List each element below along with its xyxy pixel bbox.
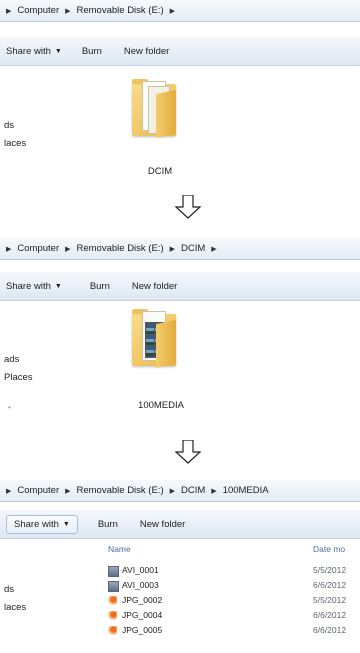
breadcrumb-removable-disk[interactable]: Removable Disk (E:) [77, 5, 164, 16]
chevron-down-icon: ▼ [54, 282, 62, 290]
chevron-down-icon: ▼ [62, 520, 70, 528]
share-with-button[interactable]: Share with ▼ [6, 281, 62, 292]
file-date: 5/5/2012 [313, 565, 347, 575]
breadcrumb-separator-icon[interactable]: ▶ [65, 245, 70, 253]
down-arrow-icon [175, 195, 201, 219]
breadcrumb-100media[interactable]: 100MEDIA [223, 485, 269, 496]
dcim-folder-icon[interactable] [130, 78, 178, 139]
breadcrumb-separator-icon[interactable]: ▶ [6, 245, 11, 253]
breadcrumb-computer[interactable]: Computer [17, 5, 59, 16]
file-row[interactable]: JPG_0005 6/6/2012 [0, 623, 360, 638]
new-folder-button[interactable]: New folder [132, 281, 177, 292]
video-file-icon [108, 581, 119, 592]
file-date: 5/5/2012 [313, 595, 347, 605]
nav-pane-item-recent-places[interactable]: laces [4, 138, 26, 149]
share-with-button[interactable]: Share with ▼ [6, 46, 62, 57]
breadcrumb-separator-icon[interactable]: ▶ [170, 7, 175, 15]
nav-pane-item-downloads[interactable]: ds [4, 120, 14, 131]
breadcrumb-separator-icon[interactable]: ▶ [170, 487, 175, 495]
explorer-window-removable-disk: ▶ Computer ▶ Removable Disk (E:) ▶ Share… [0, 0, 360, 190]
command-bar: Share with ▼ Burn New folder [0, 272, 360, 301]
100media-folder-icon[interactable] [130, 308, 178, 369]
explorer-window-100media: ▶ Computer ▶ Removable Disk (E:) ▶ DCIM … [0, 480, 360, 653]
breadcrumb-separator-icon[interactable]: ▶ [211, 487, 216, 495]
breadcrumb-dcim[interactable]: DCIM [181, 485, 205, 496]
breadcrumb-separator-icon[interactable]: ▶ [6, 7, 11, 15]
nav-pane-marker: • [8, 403, 11, 412]
file-row[interactable]: JPG_0004 6/6/2012 [0, 608, 360, 623]
address-bar[interactable]: ▶ Computer ▶ Removable Disk (E:) ▶ DCIM … [0, 238, 360, 260]
breadcrumb-separator-icon[interactable]: ▶ [6, 487, 11, 495]
file-date: 6/6/2012 [313, 610, 347, 620]
file-row[interactable]: AVI_0003 6/6/2012 [0, 578, 360, 593]
nav-pane-item-downloads[interactable]: ads [4, 354, 19, 365]
file-name: JPG_0005 [122, 625, 163, 635]
file-name: JPG_0002 [122, 595, 163, 605]
new-folder-button[interactable]: New folder [124, 46, 169, 57]
folder-front-shape [156, 89, 176, 139]
address-bar[interactable]: ▶ Computer ▶ Removable Disk (E:) ▶ [0, 0, 360, 22]
jpeg-file-icon [108, 626, 117, 635]
burn-button[interactable]: Burn [98, 519, 118, 530]
column-header-name[interactable]: Name [108, 544, 131, 554]
breadcrumb-separator-icon[interactable]: ▶ [170, 245, 175, 253]
video-file-icon [108, 566, 119, 577]
file-date: 6/6/2012 [313, 625, 347, 635]
breadcrumb-separator-icon[interactable]: ▶ [65, 7, 70, 15]
command-bar: Share with ▼ Burn New folder [0, 510, 360, 539]
file-name: JPG_0004 [122, 610, 163, 620]
burn-button[interactable]: Burn [82, 46, 102, 57]
nav-pane-item-recent-places[interactable]: Places [4, 372, 33, 383]
breadcrumb-separator-icon[interactable]: ▶ [65, 487, 70, 495]
column-header-date-modified[interactable]: Date mo [313, 544, 345, 554]
new-folder-button[interactable]: New folder [140, 519, 185, 530]
address-bar[interactable]: ▶ Computer ▶ Removable Disk (E:) ▶ DCIM … [0, 480, 360, 502]
command-bar: Share with ▼ Burn New folder [0, 37, 360, 66]
100media-folder-label[interactable]: 100MEDIA [128, 400, 194, 411]
breadcrumb-removable-disk[interactable]: Removable Disk (E:) [77, 243, 164, 254]
chevron-down-icon: ▼ [54, 47, 62, 55]
share-with-label: Share with [6, 45, 51, 57]
breadcrumb-computer[interactable]: Computer [17, 243, 59, 254]
file-date: 6/6/2012 [313, 580, 347, 590]
breadcrumb-separator-icon[interactable]: ▶ [211, 245, 216, 253]
dcim-folder-label[interactable]: DCIM [132, 166, 188, 177]
jpeg-file-icon [108, 611, 117, 620]
explorer-window-dcim: ▶ Computer ▶ Removable Disk (E:) ▶ DCIM … [0, 238, 360, 424]
file-row[interactable]: AVI_0001 5/5/2012 [0, 563, 360, 578]
breadcrumb-dcim[interactable]: DCIM [181, 243, 205, 254]
share-with-label: Share with [6, 280, 51, 292]
down-arrow-icon [175, 440, 201, 464]
share-with-label: Share with [14, 518, 59, 530]
folder-front-shape [156, 319, 176, 369]
file-name: AVI_0003 [122, 580, 159, 590]
breadcrumb-removable-disk[interactable]: Removable Disk (E:) [77, 485, 164, 496]
file-row[interactable]: JPG_0002 5/5/2012 [0, 593, 360, 608]
burn-button[interactable]: Burn [90, 281, 110, 292]
file-name: AVI_0001 [122, 565, 159, 575]
share-with-button[interactable]: Share with ▼ [6, 514, 78, 534]
breadcrumb-computer[interactable]: Computer [17, 485, 59, 496]
jpeg-file-icon [108, 596, 117, 605]
